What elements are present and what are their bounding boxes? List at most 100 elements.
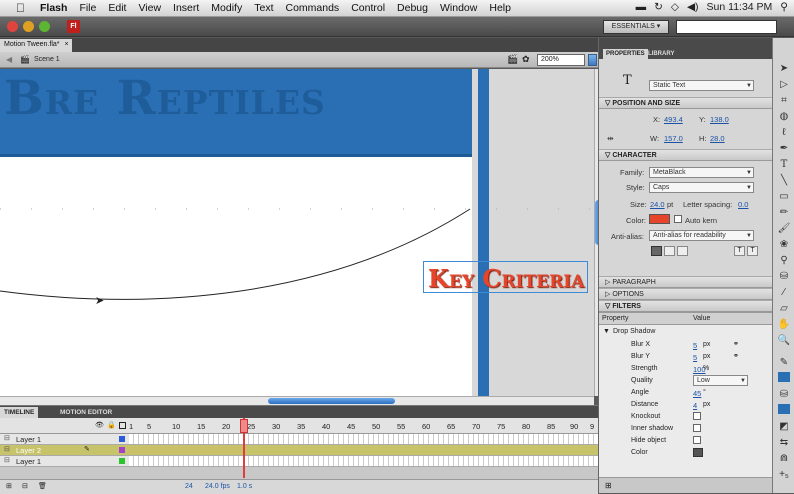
auto-kern-checkbox[interactable] [674,215,682,223]
link-values-icon[interactable]: ⚭ [733,352,739,360]
selection-tool-icon[interactable]: ➤ [776,62,792,76]
menu-commands[interactable]: Commands [286,2,340,14]
snap-icon[interactable]: ⋒ [776,452,792,466]
menu-insert[interactable]: Insert [173,2,199,14]
zoom-dropdown-icon[interactable] [588,54,597,66]
workspace-switcher[interactable]: ESSENTIALS ▾ [603,20,669,34]
add-filter-icon[interactable]: ⊞ [605,481,612,490]
back-icon[interactable]: ◀ [6,55,12,64]
section-position-size[interactable]: ▽ POSITION AND SIZE [599,97,773,109]
text-type-select[interactable]: Static Text ▼ [649,80,754,91]
filter-value[interactable]: 45 [693,389,701,398]
layer-row[interactable]: ⊟ Layer 2 ✎ [0,445,598,456]
selectable-icon[interactable] [651,246,662,256]
fill-color-icon[interactable]: ⛁ [776,388,792,402]
filter-checkbox[interactable] [693,436,701,444]
transform-tool-icon[interactable]: ⌗ [776,94,792,108]
new-layer-icon[interactable]: ⊞ [6,482,12,490]
paint-bucket-icon[interactable]: ⛁ [776,270,792,284]
layer-frames[interactable] [129,434,598,444]
edit-symbol-icon[interactable]: ✿ [522,54,530,65]
border-icon[interactable] [677,246,688,256]
eraser-tool-icon[interactable]: ▱ [776,302,792,316]
menu-window[interactable]: Window [440,2,477,14]
tween-span[interactable] [129,445,244,455]
key-criteria-textbox[interactable]: Key Criteria [423,261,588,293]
swap-colors-icon[interactable]: ⇆ [776,436,792,450]
stage-canvas[interactable]: Bre Reptiles ➤ [0,69,594,396]
stroke-swatch[interactable] [776,372,792,386]
hand-tool-icon[interactable]: ✋ [776,318,792,332]
tab-motion-editor[interactable]: MOTION EDITOR [56,407,116,418]
filter-value[interactable]: 5 [693,353,697,362]
pencil-tool-icon[interactable]: ✏ [776,206,792,220]
filter-group[interactable]: ▼ Drop Shadow [599,326,773,338]
default-colors-icon[interactable]: ◩ [776,420,792,434]
w-value[interactable]: 157.0 [664,134,683,143]
fill-swatch[interactable] [776,404,792,418]
tab-library[interactable]: LIBRARY [645,49,677,59]
filter-checkbox[interactable] [693,424,701,432]
subselection-tool-icon[interactable]: ▷ [776,78,792,92]
font-family-select[interactable]: MetaBlack ▼ [649,167,754,178]
eye-icon[interactable]: 👁 [95,421,104,429]
horizontal-scrollbar[interactable] [0,396,594,405]
filter-row[interactable]: Quality Low ▼ [599,375,773,387]
spotlight-icon[interactable]: ⚲ [780,1,788,13]
frame-rate[interactable]: 24.0 fps [205,483,230,490]
text-color-swatch[interactable] [649,214,670,224]
pen-tool-icon[interactable]: ✒ [776,142,792,156]
outline-icon[interactable] [119,422,126,429]
clock[interactable]: Sun 11:34 PM [707,1,773,13]
y-value[interactable]: 138.0 [710,115,729,124]
filter-checkbox[interactable] [693,412,701,420]
menu-app[interactable]: Flash [40,2,67,14]
lock-icon[interactable]: 🔒 [107,421,116,429]
superscript-icon[interactable]: T [734,246,745,256]
text-tool-icon[interactable]: T [776,158,792,172]
x-value[interactable]: 493.4 [664,115,683,124]
new-folder-icon[interactable]: ⊟ [22,482,28,490]
menu-view[interactable]: View [138,2,161,14]
rectangle-tool-icon[interactable]: ▭ [776,190,792,204]
battery-icon[interactable]: ▬ [636,1,647,13]
menu-text[interactable]: Text [254,2,273,14]
filter-row[interactable]: Blur X 5 px ⚭ [599,339,773,351]
document-tab[interactable]: Motion Tween.fla* × [0,39,72,52]
filter-row[interactable]: Blur Y 5 px ⚭ [599,351,773,363]
layer-name[interactable]: Layer 2 [16,446,41,455]
zoom-input[interactable]: 200% [537,54,585,66]
lasso-tool-icon[interactable]: ℓ [776,126,792,140]
close-window-icon[interactable] [7,21,18,32]
lock-proportions-icon[interactable]: ⇹ [607,134,614,143]
subscript-icon[interactable]: T [747,246,758,256]
deco-tool-icon[interactable]: ❀ [776,238,792,252]
layer-frames[interactable] [129,456,598,466]
zoom-tool-icon[interactable]: 🔍 [776,334,792,348]
help-search-input[interactable] [676,20,777,34]
layer-name[interactable]: Layer 1 [16,457,41,466]
layer-color-icon[interactable] [119,458,125,464]
stroke-color-icon[interactable]: ✎ [776,356,792,370]
layer-row[interactable]: ⊟ Layer 1 [0,434,598,445]
filter-row[interactable]: Knockout [599,411,773,423]
smooth-icon[interactable]: +₅ [776,468,792,482]
scene-label[interactable]: Scene 1 [34,56,60,63]
sync-icon[interactable]: ↻ [654,1,663,13]
brush-tool-icon[interactable]: 🖌 [776,222,792,236]
menu-edit[interactable]: Edit [108,2,126,14]
layer-color-icon[interactable] [119,436,125,442]
tab-timeline[interactable]: TIMELINE [0,407,39,418]
3d-rotation-tool-icon[interactable]: ◍ [776,110,792,124]
eyedropper-icon[interactable]: ⁄ [776,286,792,300]
tab-properties[interactable]: PROPERTIES [603,49,648,59]
section-filters[interactable]: ▽ FILTERS [599,300,773,312]
filter-value[interactable]: 5 [693,341,697,350]
filter-row[interactable]: Angle 45 ° [599,387,773,399]
filter-value[interactable]: 4 [693,401,697,410]
motion-path[interactable] [0,69,594,396]
size-value[interactable]: 24.0 [650,200,665,209]
shadow-color-swatch[interactable] [693,448,703,457]
playhead-handle[interactable] [240,419,248,433]
link-values-icon[interactable]: ⚭ [733,340,739,348]
